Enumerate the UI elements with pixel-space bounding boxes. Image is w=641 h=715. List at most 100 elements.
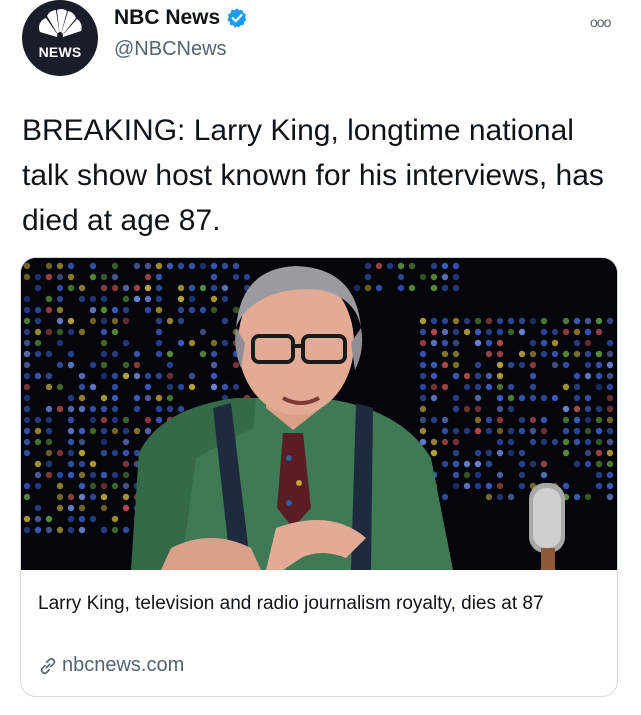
background-led-dot [67, 504, 75, 512]
background-led-dot [34, 416, 42, 424]
background-led-dot [232, 383, 240, 391]
background-led-dot [496, 372, 504, 380]
background-led-dot [166, 383, 174, 391]
background-led-dot [474, 405, 482, 413]
background-led-dot [595, 482, 603, 490]
display-name[interactable]: NBC News [114, 6, 220, 30]
background-led-dot [100, 526, 108, 534]
background-led-dot [606, 438, 614, 446]
background-led-dot [111, 515, 119, 523]
background-led-dot [34, 504, 42, 512]
background-led-dot [353, 284, 361, 292]
handle[interactable]: @NBCNews [114, 38, 227, 61]
background-led-dot [496, 438, 504, 446]
background-led-dot [23, 273, 31, 281]
background-led-dot [452, 482, 460, 490]
background-led-dot [573, 460, 581, 468]
background-led-dot [606, 449, 614, 457]
background-led-dot [78, 383, 86, 391]
background-led-dot [100, 295, 108, 303]
background-led-dot [496, 416, 504, 424]
background-led-dot [155, 394, 163, 402]
background-led-dot [507, 383, 515, 391]
background-led-dot [78, 482, 86, 490]
background-led-dot [452, 328, 460, 336]
background-led-dot [430, 449, 438, 457]
background-led-dot [111, 427, 119, 435]
background-led-dot [485, 317, 493, 325]
background-led-dot [485, 449, 493, 457]
background-led-dot [23, 383, 31, 391]
background-led-dot [452, 350, 460, 358]
background-led-dot [507, 405, 515, 413]
background-led-dot [100, 493, 108, 501]
background-led-dot [155, 284, 163, 292]
background-led-dot [45, 262, 53, 270]
card-link[interactable]: nbcnews.com [38, 654, 184, 677]
background-led-dot [452, 273, 460, 281]
background-led-dot [210, 383, 218, 391]
more-options-icon[interactable]: ooo [590, 14, 611, 30]
background-led-dot [188, 295, 196, 303]
background-led-dot [89, 416, 97, 424]
background-led-dot [463, 471, 471, 479]
background-led-dot [111, 449, 119, 457]
background-led-dot [551, 328, 559, 336]
background-led-dot [67, 394, 75, 402]
background-led-dot [573, 438, 581, 446]
background-led-dot [155, 416, 163, 424]
background-led-dot [430, 339, 438, 347]
background-led-dot [122, 361, 130, 369]
background-led-dot [419, 394, 427, 402]
background-led-dot [177, 339, 185, 347]
background-led-dot [210, 306, 218, 314]
background-led-dot [562, 405, 570, 413]
tweet[interactable]: NEWS NBC News @NBCNews ooo BREAKING: Lar… [0, 0, 641, 715]
background-led-dot [463, 372, 471, 380]
background-led-dot [155, 339, 163, 347]
background-led-dot [430, 328, 438, 336]
background-led-dot [441, 438, 449, 446]
background-led-dot [573, 339, 581, 347]
background-led-dot [474, 361, 482, 369]
background-led-dot [45, 427, 53, 435]
background-led-dot [122, 438, 130, 446]
background-led-dot [441, 317, 449, 325]
background-led-dot [210, 339, 218, 347]
background-led-dot [111, 526, 119, 534]
background-led-dot [474, 449, 482, 457]
background-led-dot [496, 350, 504, 358]
background-led-dot [551, 438, 559, 446]
background-led-dot [89, 273, 97, 281]
card-caption[interactable]: Larry King, television and radio journal… [38, 590, 598, 617]
background-led-dot [23, 361, 31, 369]
background-led-dot [419, 405, 427, 413]
avatar[interactable]: NEWS [22, 0, 98, 76]
background-led-dot [419, 427, 427, 435]
background-led-dot [518, 449, 526, 457]
background-led-dot [584, 328, 592, 336]
card-image[interactable] [21, 258, 617, 570]
background-led-dot [56, 383, 64, 391]
background-led-dot [144, 273, 152, 281]
background-led-dot [595, 416, 603, 424]
background-led-dot [595, 383, 603, 391]
background-led-dot [56, 482, 64, 490]
background-led-dot [474, 416, 482, 424]
background-led-dot [122, 427, 130, 435]
link-card[interactable]: Larry King, television and radio journal… [20, 257, 618, 697]
background-led-dot [562, 416, 570, 424]
background-led-dot [34, 427, 42, 435]
background-led-dot [56, 339, 64, 347]
background-led-dot [56, 361, 64, 369]
background-led-dot [551, 394, 559, 402]
background-led-dot [452, 317, 460, 325]
background-led-dot [485, 372, 493, 380]
background-led-dot [122, 504, 130, 512]
background-led-dot [100, 350, 108, 358]
background-led-dot [507, 394, 515, 402]
background-led-dot [573, 383, 581, 391]
background-led-dot [177, 317, 185, 325]
background-led-dot [595, 328, 603, 336]
background-led-dot [122, 416, 130, 424]
